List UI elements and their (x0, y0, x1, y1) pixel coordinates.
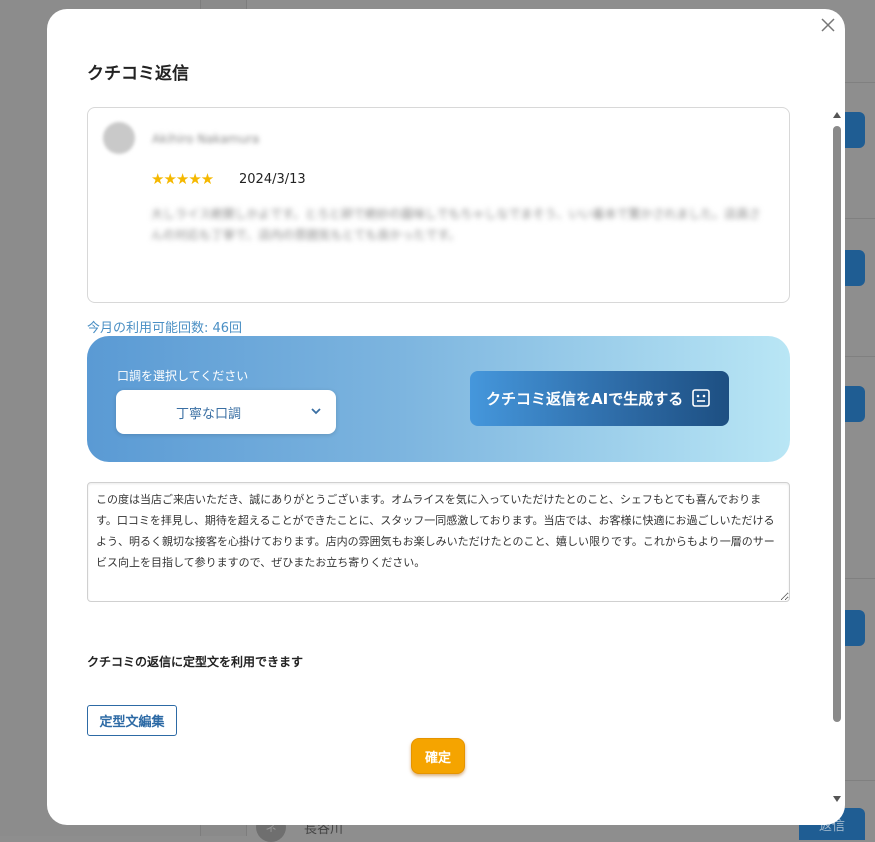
confirm-button[interactable]: 確定 (411, 738, 465, 774)
reply-textarea[interactable]: この度は当店ご来店いただき、誠にありがとうございます。オムライスを気に入っていた… (87, 482, 790, 602)
tone-label: 口調を選択してください (117, 369, 249, 383)
review-card: Akihiro Nakamura ★★★★★ 2024/3/13 大しライス絶賛… (87, 107, 790, 303)
reviewer-avatar (103, 122, 135, 154)
chevron-down-icon (311, 408, 321, 415)
template-note: クチコミの返信に定型文を利用できます (87, 655, 304, 669)
scrollbar[interactable] (832, 112, 841, 802)
close-icon (821, 18, 835, 32)
scroll-down-arrow[interactable] (833, 796, 841, 802)
background-divider (845, 356, 875, 357)
tone-select[interactable]: 丁寧な口調 (116, 390, 336, 434)
review-text: 大しライス絶賛しかよです。とろと卵で絶妙の醤味しでもちゃしなでまそう、いい着本で… (151, 207, 761, 242)
close-button[interactable] (819, 16, 837, 34)
ai-generator-panel: 口調を選択してください 丁寧な口調 クチコミ返信をAIで生成する (87, 336, 790, 462)
robot-face-icon (692, 389, 710, 407)
scroll-thumb[interactable] (833, 126, 841, 722)
tone-selected-value: 丁寧な口調 (176, 407, 242, 422)
review-date: 2024/3/13 (239, 172, 306, 187)
background-divider (845, 578, 875, 579)
generate-reply-button[interactable]: クチコミ返信をAIで生成する (470, 371, 729, 426)
scroll-up-arrow[interactable] (833, 112, 841, 118)
background-divider (845, 218, 875, 219)
generate-reply-label: クチコミ返信をAIで生成する (486, 390, 684, 408)
edit-template-button[interactable]: 定型文編集 (87, 705, 177, 736)
background-divider (845, 780, 875, 781)
review-reply-modal: クチコミ返信 Akihiro Nakamura ★★★★★ 2024/3/13 … (47, 9, 845, 825)
background-divider (845, 82, 875, 83)
usage-count: 今月の利用可能回数: 46回 (87, 321, 243, 336)
star-rating: ★★★★★ (151, 170, 214, 188)
modal-title: クチコミ返信 (87, 64, 189, 84)
reviewer-name: Akihiro Nakamura (152, 132, 260, 146)
